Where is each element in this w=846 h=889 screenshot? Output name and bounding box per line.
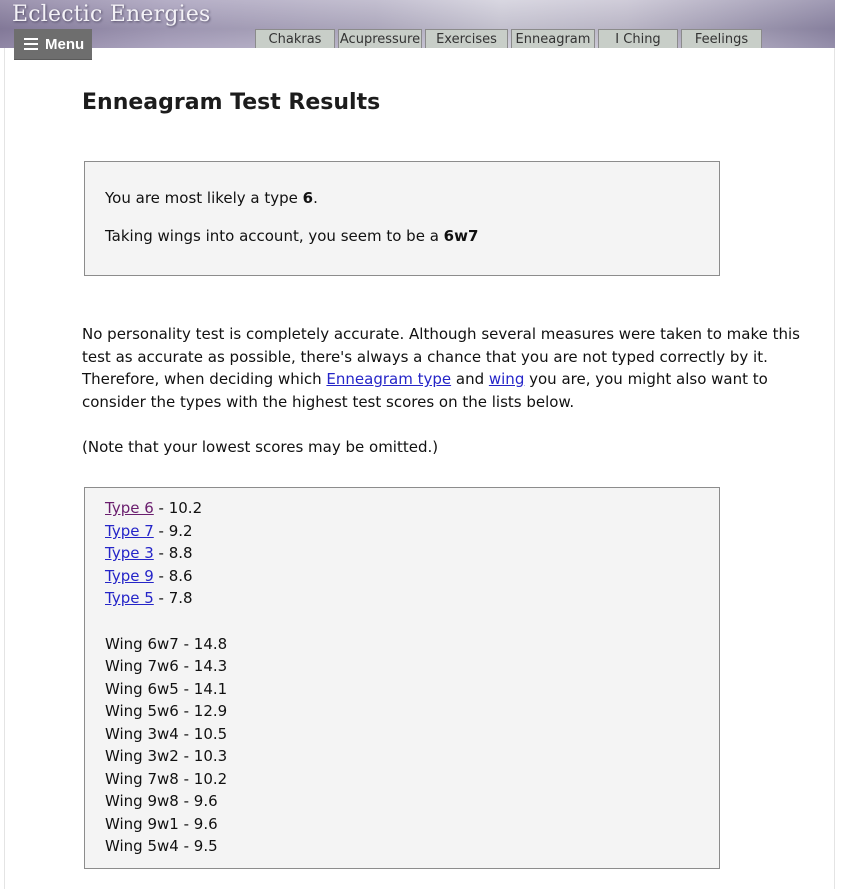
type-score-row: Type 7 - 9.2 [105, 522, 193, 540]
type-score-row: Type 5 - 7.8 [105, 589, 193, 607]
page-title: Enneagram Test Results [82, 90, 381, 115]
result-wing-prefix: Taking wings into account, you seem to b… [105, 227, 444, 245]
menu-label: Menu [45, 35, 85, 53]
result-type-suffix: . [313, 189, 318, 207]
result-type-value: 6 [302, 189, 314, 207]
type-6-link[interactable]: Type 6 [105, 499, 154, 517]
tab-exercises[interactable]: Exercises [425, 29, 508, 48]
wing-score-row: Wing 3w2 - 10.3 [105, 747, 228, 765]
type-score-row: Type 6 - 10.2 [105, 499, 202, 517]
type-5-link[interactable]: Type 5 [105, 589, 154, 607]
explanation-text: you are, you might also want to [524, 370, 768, 388]
type-score-value: - 7.8 [153, 589, 193, 607]
type-score-value: - 9.2 [153, 522, 193, 540]
result-wing-value: 6w7 [443, 227, 479, 245]
tab-enneagram[interactable]: Enneagram [511, 29, 595, 48]
result-type-line: You are most likely a type 6. [105, 189, 318, 207]
tab-chakras[interactable]: Chakras [255, 29, 335, 48]
result-wing-line: Taking wings into account, you seem to b… [105, 227, 478, 245]
type-score-value: - 8.6 [153, 567, 193, 585]
explanation-line-1: No personality test is completely accura… [82, 325, 800, 343]
tab-feelings[interactable]: Feelings [681, 29, 762, 48]
type-score-value: - 10.2 [153, 499, 203, 517]
wing-link[interactable]: wing [489, 370, 524, 388]
hamburger-icon [24, 35, 38, 53]
wing-score-row: Wing 3w4 - 10.5 [105, 725, 228, 743]
tab-acupressure[interactable]: Acupressure [338, 29, 422, 48]
note-text: (Note that your lowest scores may be omi… [82, 438, 439, 456]
type-9-link[interactable]: Type 9 [105, 567, 154, 585]
result-box [84, 161, 720, 276]
enneagram-type-link[interactable]: Enneagram type [326, 370, 451, 388]
type-score-row: Type 3 - 8.8 [105, 544, 193, 562]
explanation-text: Therefore, when deciding which [82, 370, 327, 388]
type-score-value: - 8.8 [153, 544, 193, 562]
explanation-text: and [451, 370, 489, 388]
wing-score-row: Wing 6w7 - 14.8 [105, 635, 228, 653]
wing-score-row: Wing 7w8 - 10.2 [105, 770, 228, 788]
wing-score-row: Wing 5w6 - 12.9 [105, 702, 228, 720]
wing-score-row: Wing 9w1 - 9.6 [105, 815, 218, 833]
wing-score-row: Wing 6w5 - 14.1 [105, 680, 228, 698]
site-title[interactable]: Eclectic Energies [12, 2, 211, 27]
menu-button[interactable]: Menu [14, 29, 92, 60]
explanation-line-4: consider the types with the highest test… [82, 393, 575, 411]
type-score-row: Type 9 - 8.6 [105, 567, 193, 585]
result-type-prefix: You are most likely a type [105, 189, 303, 207]
explanation-line-3: Therefore, when deciding which Enneagram… [82, 370, 768, 388]
tab-i-ching[interactable]: I Ching [598, 29, 678, 48]
wing-score-row: Wing 5w4 - 9.5 [105, 837, 218, 855]
type-7-link[interactable]: Type 7 [105, 522, 154, 540]
wing-score-row: Wing 7w6 - 14.3 [105, 657, 228, 675]
wing-score-row: Wing 9w8 - 9.6 [105, 792, 218, 810]
type-3-link[interactable]: Type 3 [105, 544, 154, 562]
explanation-line-2: test as accurate as possible, there's al… [82, 348, 768, 366]
